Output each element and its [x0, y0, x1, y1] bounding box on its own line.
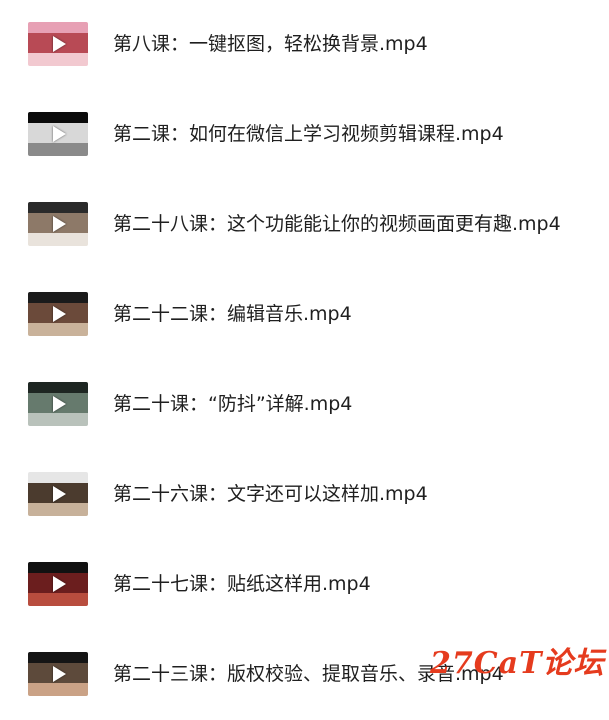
file-name: 第二十六课：文字还可以这样加.mp4: [113, 483, 428, 505]
video-thumbnail[interactable]: [28, 202, 88, 246]
play-icon: [53, 666, 66, 682]
play-icon: [53, 126, 66, 142]
video-thumbnail[interactable]: [28, 652, 88, 696]
list-item[interactable]: 第二十六课：文字还可以这样加.mp4: [0, 450, 609, 540]
file-name: 第二课：如何在微信上学习视频剪辑课程.mp4: [113, 123, 504, 145]
play-icon: [53, 306, 66, 322]
video-thumbnail[interactable]: [28, 112, 88, 156]
play-icon: [53, 216, 66, 232]
list-item[interactable]: 第二课：如何在微信上学习视频剪辑课程.mp4: [0, 90, 609, 180]
list-item[interactable]: 第二十二课：编辑音乐.mp4: [0, 270, 609, 360]
video-thumbnail[interactable]: [28, 472, 88, 516]
play-icon: [53, 576, 66, 592]
file-name: 第二十八课：这个功能能让你的视频画面更有趣.mp4: [113, 213, 561, 235]
file-name: 第八课：一键抠图，轻松换背景.mp4: [113, 33, 428, 55]
file-name: 第二十课：“防抖”详解.mp4: [113, 393, 353, 415]
video-thumbnail[interactable]: [28, 292, 88, 336]
file-name: 第二十二课：编辑音乐.mp4: [113, 303, 352, 325]
video-thumbnail[interactable]: [28, 382, 88, 426]
list-item[interactable]: 第二十课：“防抖”详解.mp4: [0, 360, 609, 450]
video-thumbnail[interactable]: [28, 562, 88, 606]
video-thumbnail[interactable]: [28, 22, 88, 66]
file-name: 第二十七课：贴纸这样用.mp4: [113, 573, 371, 595]
play-icon: [53, 36, 66, 52]
play-icon: [53, 396, 66, 412]
list-item[interactable]: 第八课：一键抠图，轻松换背景.mp4: [0, 0, 609, 90]
list-item[interactable]: 第二十七课：贴纸这样用.mp4: [0, 540, 609, 630]
list-item[interactable]: 第二十八课：这个功能能让你的视频画面更有趣.mp4: [0, 180, 609, 270]
forum-watermark: 27CaT论坛: [430, 646, 605, 681]
play-icon: [53, 486, 66, 502]
